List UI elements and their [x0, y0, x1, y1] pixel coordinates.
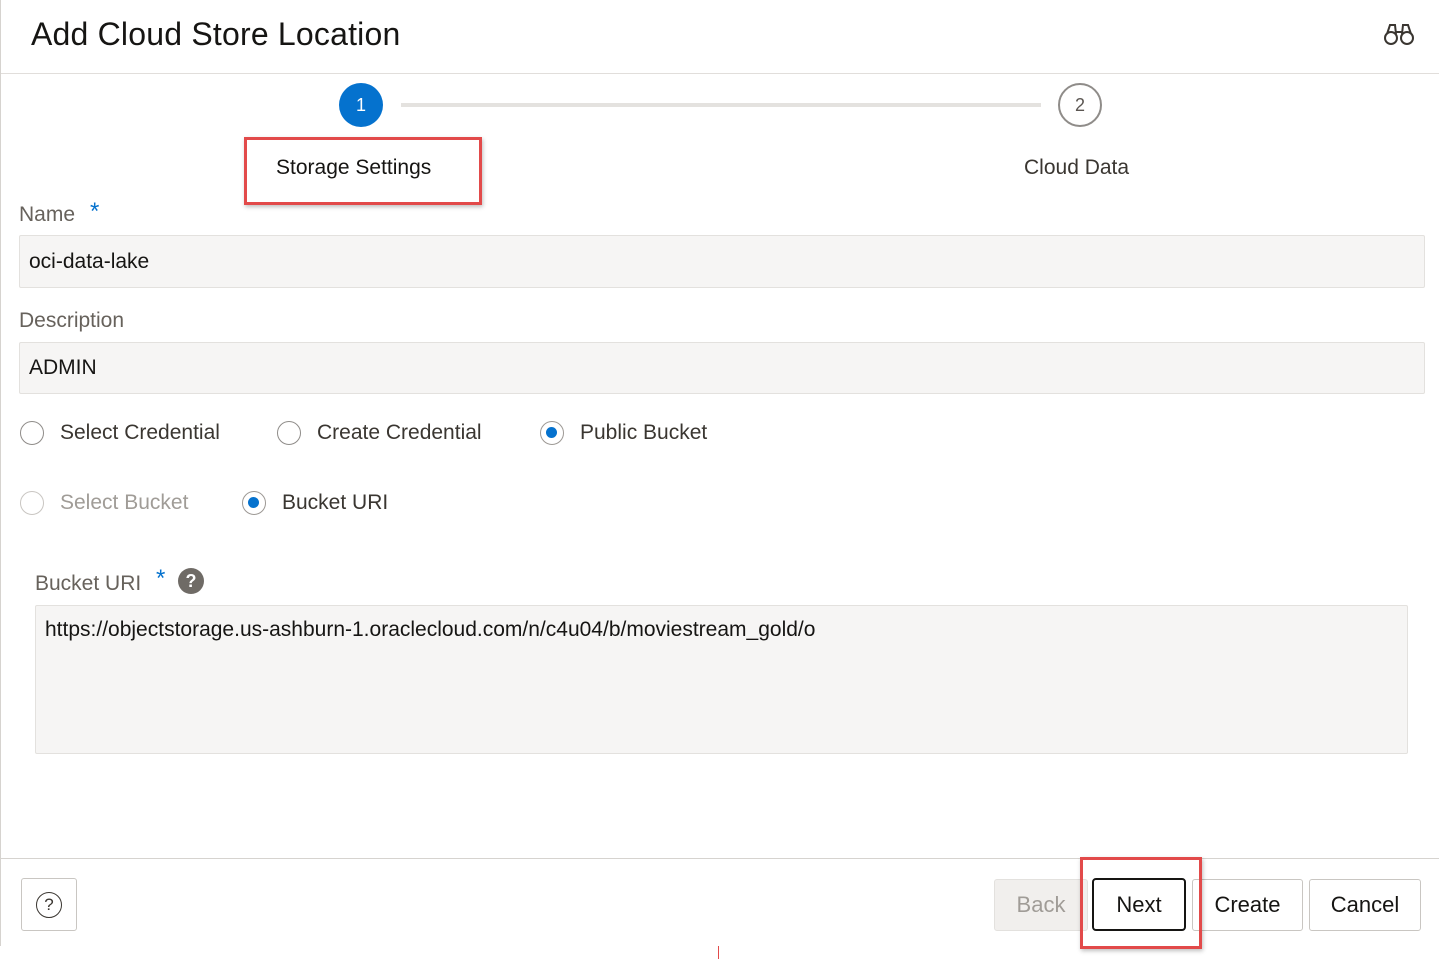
radio-create-credential-circle[interactable]: [277, 421, 301, 445]
cancel-button[interactable]: Cancel: [1309, 879, 1421, 931]
name-label: Name: [19, 203, 76, 226]
train-connector: [401, 103, 1041, 107]
name-input[interactable]: oci-data-lake: [19, 235, 1425, 288]
question-circle-icon: ?: [36, 891, 62, 918]
name-input-value: oci-data-lake: [29, 249, 150, 273]
dialog-header: Add Cloud Store Location: [1, 0, 1439, 74]
radio-select-bucket-label[interactable]: Select Bucket: [60, 491, 188, 515]
next-button[interactable]: Next: [1092, 878, 1186, 931]
train-step-2-label[interactable]: Cloud Data: [1024, 156, 1129, 180]
radio-select-bucket-circle[interactable]: [20, 491, 44, 515]
radio-bucket-uri-circle[interactable]: [242, 491, 266, 515]
radio-bucket-uri-label[interactable]: Bucket URI: [282, 491, 388, 515]
radio-public-bucket-circle[interactable]: [540, 421, 564, 445]
train-step-1-label[interactable]: Storage Settings: [276, 156, 431, 180]
train-step-1[interactable]: 1: [339, 83, 383, 127]
bucket-uri-label: Bucket URI: [35, 572, 142, 595]
bucket-uri-required-mark: *: [156, 565, 166, 592]
radio-select-credential[interactable]: Select Credential: [20, 421, 220, 445]
create-button[interactable]: Create: [1192, 879, 1303, 931]
radio-public-bucket-label[interactable]: Public Bucket: [580, 421, 707, 445]
radio-create-credential[interactable]: Create Credential: [277, 421, 482, 445]
footer-divider: [1, 858, 1439, 859]
radio-bucket-uri[interactable]: Bucket URI: [242, 491, 388, 515]
description-label: Description: [19, 309, 125, 332]
radio-create-credential-label[interactable]: Create Credential: [317, 421, 482, 445]
description-input-value: ADMIN: [29, 356, 97, 379]
bucket-uri-value: https://objectstorage.us-ashburn-1.oracl…: [45, 618, 816, 641]
train-step-2[interactable]: 2: [1058, 83, 1102, 127]
binoculars-icon[interactable]: [1383, 20, 1415, 48]
add-cloud-store-dialog: Add Cloud Store Location 1 2 Storage Set…: [0, 0, 1439, 949]
radio-select-credential-circle[interactable]: [20, 421, 44, 445]
radio-select-bucket[interactable]: Select Bucket: [20, 491, 188, 515]
dialog-title: Add Cloud Store Location: [31, 16, 401, 52]
name-required-mark: *: [90, 198, 100, 225]
radio-select-credential-label[interactable]: Select Credential: [60, 421, 220, 445]
description-input[interactable]: ADMIN: [19, 342, 1425, 394]
bucket-uri-textarea[interactable]: https://objectstorage.us-ashburn-1.oracl…: [35, 605, 1408, 754]
radio-public-bucket[interactable]: Public Bucket: [540, 421, 707, 445]
annotation-marker: [718, 946, 719, 959]
back-button[interactable]: Back: [994, 879, 1088, 931]
bucket-uri-help-icon[interactable]: ?: [178, 568, 204, 594]
help-button[interactable]: ?: [21, 878, 77, 931]
